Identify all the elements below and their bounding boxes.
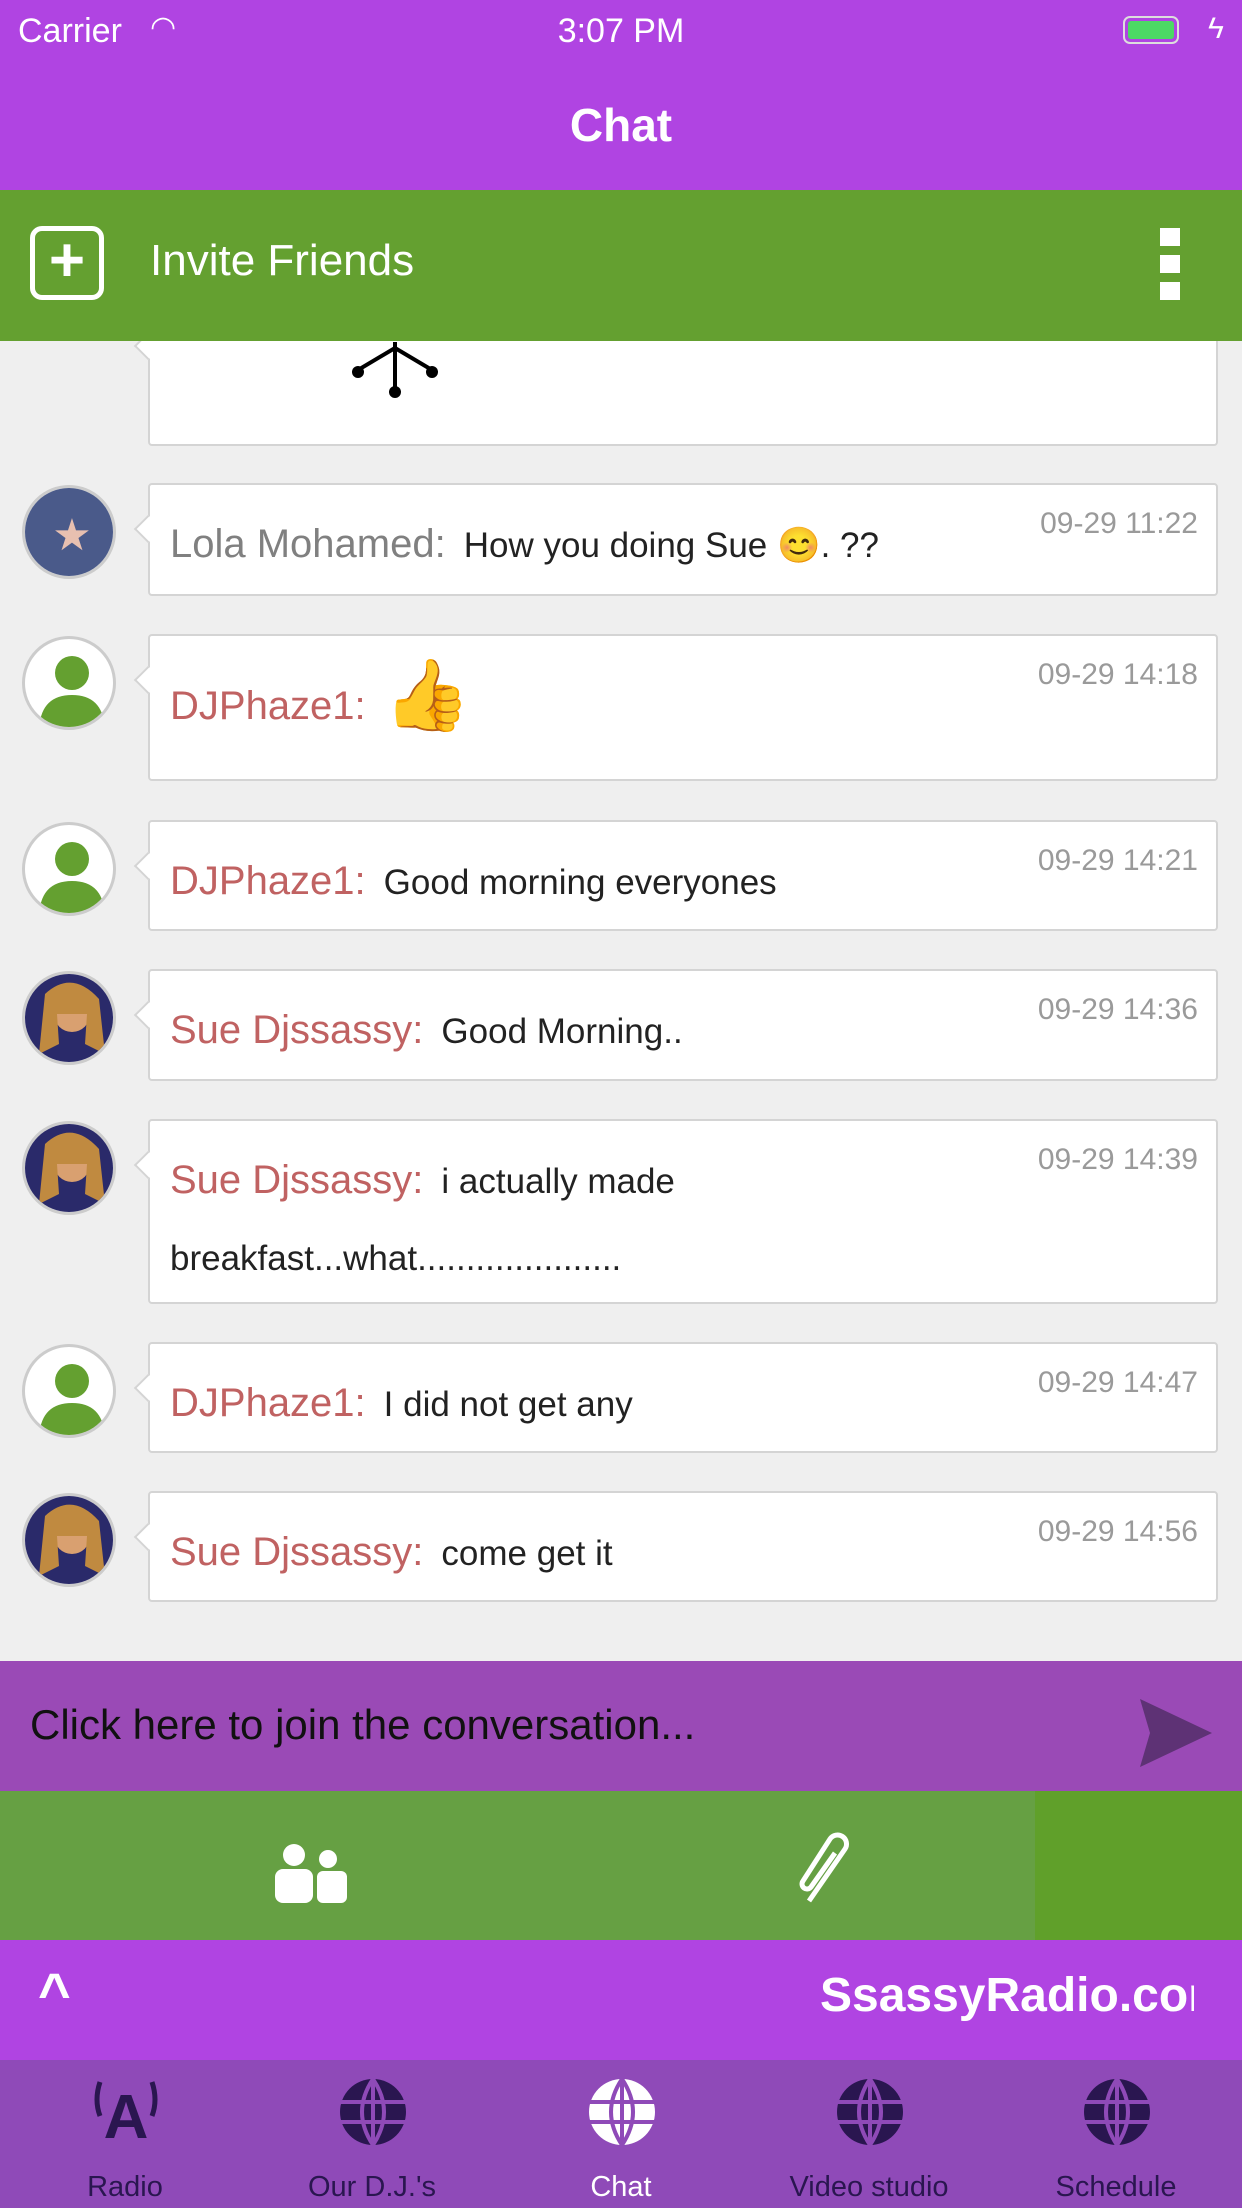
message-author[interactable]: Lola Mohamed: [170,522,446,566]
svg-text:A: A [104,2083,149,2148]
chevron-up-icon[interactable]: ^ [38,1960,71,2025]
message-author[interactable]: Sue Djssassy: [170,1158,423,1202]
globe-icon [589,2077,655,2147]
battery-icon [1123,16,1179,44]
message-text: Good Morning.. [441,1012,683,1051]
tab-radio[interactable]: A Radio [15,2060,235,2208]
globe-icon [340,2077,406,2147]
svg-text:★: ★ [52,511,91,560]
chat-message[interactable]: DJPhaze1: I did not get any 09-29 14:47 [148,1342,1218,1453]
avatar[interactable]: ★ [22,485,116,579]
avatar[interactable] [22,1121,116,1215]
radio-tower-icon: A [94,2081,158,2148]
message-timestamp: 09-29 14:39 [1037,1143,1198,1176]
station-ticker: SsassyRadio.com [820,1969,1194,2022]
message-timestamp: 09-29 14:18 [1037,658,1198,691]
message-input-placeholder[interactable]: Click here to join the conversation... [30,1701,695,1749]
plus-icon[interactable]: + [30,226,104,300]
message-image [352,342,438,398]
tab-video-studio[interactable]: Video studio [759,2060,979,2208]
tab-label: Chat [590,2171,652,2203]
avatar[interactable] [22,1493,116,1587]
globe-icon [837,2077,903,2147]
message-author[interactable]: DJPhaze1: [170,684,366,728]
tab-bar: A Radio Our D.J.'s Chat Video studio Schedule [0,2060,1242,2208]
message-text: 👍 [383,656,471,734]
status-bar: Carrier ◠ 3:07 PM ϟ [0,0,1242,85]
tab-label: Schedule [1055,2171,1177,2203]
tab-label: Radio [87,2171,163,2203]
message-timestamp: 09-29 14:21 [1037,844,1198,877]
message-text: come get it [441,1534,613,1573]
charging-icon: ϟ [1208,12,1224,45]
message-timestamp: 09-29 14:36 [1037,993,1198,1026]
tab-label: Video studio [789,2171,949,2203]
chat-message[interactable]: DJPhaze1: 👍 09-29 14:18 [148,634,1218,781]
message-input[interactable]: Click here to join the conversation... [0,1661,1242,1791]
tab-label: Our D.J.'s [308,2171,436,2203]
more-menu-icon[interactable] [1160,228,1180,300]
send-icon[interactable] [1138,1697,1214,1769]
avatar[interactable] [22,1344,116,1438]
page-title: Chat [569,99,673,151]
message-text: How you doing Sue 😊. ?? [463,526,879,565]
tab-our-d-j-s[interactable]: Our D.J.'s [262,2060,482,2208]
invite-friends-label[interactable]: Invite Friends [150,236,414,286]
message-author[interactable]: DJPhaze1: [170,1381,366,1425]
chat-message[interactable]: Sue Djssassy: i actually made breakfast..… [148,1119,1218,1304]
player-bar[interactable]: ^ SsassyRadio.com [0,1940,1242,2060]
message-author[interactable]: DJPhaze1: [170,859,366,903]
paperclip-icon[interactable] [795,1831,857,1911]
chat-message[interactable]: Sue Djssassy: Good Morning.. 09-29 14:36 [148,969,1218,1081]
tab-chat[interactable]: Chat [511,2060,731,2208]
globe-icon [1084,2077,1150,2147]
chat-message[interactable]: Lola Mohamed: How you doing Sue 😊. ?? 09-2… [148,483,1218,596]
message-timestamp: 09-29 14:56 [1037,1515,1198,1548]
message-author[interactable]: Sue Djssassy: [170,1530,423,1574]
chat-message[interactable]: DJPhaze1: Good morning everyones 09-29 14:… [148,820,1218,931]
avatar[interactable] [22,636,116,730]
users-icon[interactable] [272,1841,350,1903]
clock: 3:07 PM [557,12,685,50]
message-author[interactable]: Sue Djssassy: [170,1008,423,1052]
message-timestamp: 09-29 14:47 [1037,1366,1198,1399]
avatar[interactable] [22,971,116,1065]
avatar[interactable] [22,822,116,916]
nav-bar: Chat [0,85,1242,190]
message-text: I did not get any [383,1385,633,1424]
chat-toolbar [0,1791,1242,1940]
message-timestamp: 09-29 11:22 [1040,507,1198,540]
toolbar-extra-area [1035,1791,1242,1940]
chat-message[interactable]: Sue Djssassy: come get it 09-29 14:56 [148,1491,1218,1602]
tab-schedule[interactable]: Schedule [1006,2060,1226,2208]
message-text: Good morning everyones [383,863,777,902]
invite-friends-bar[interactable]: + Invite Friends [0,190,1242,341]
